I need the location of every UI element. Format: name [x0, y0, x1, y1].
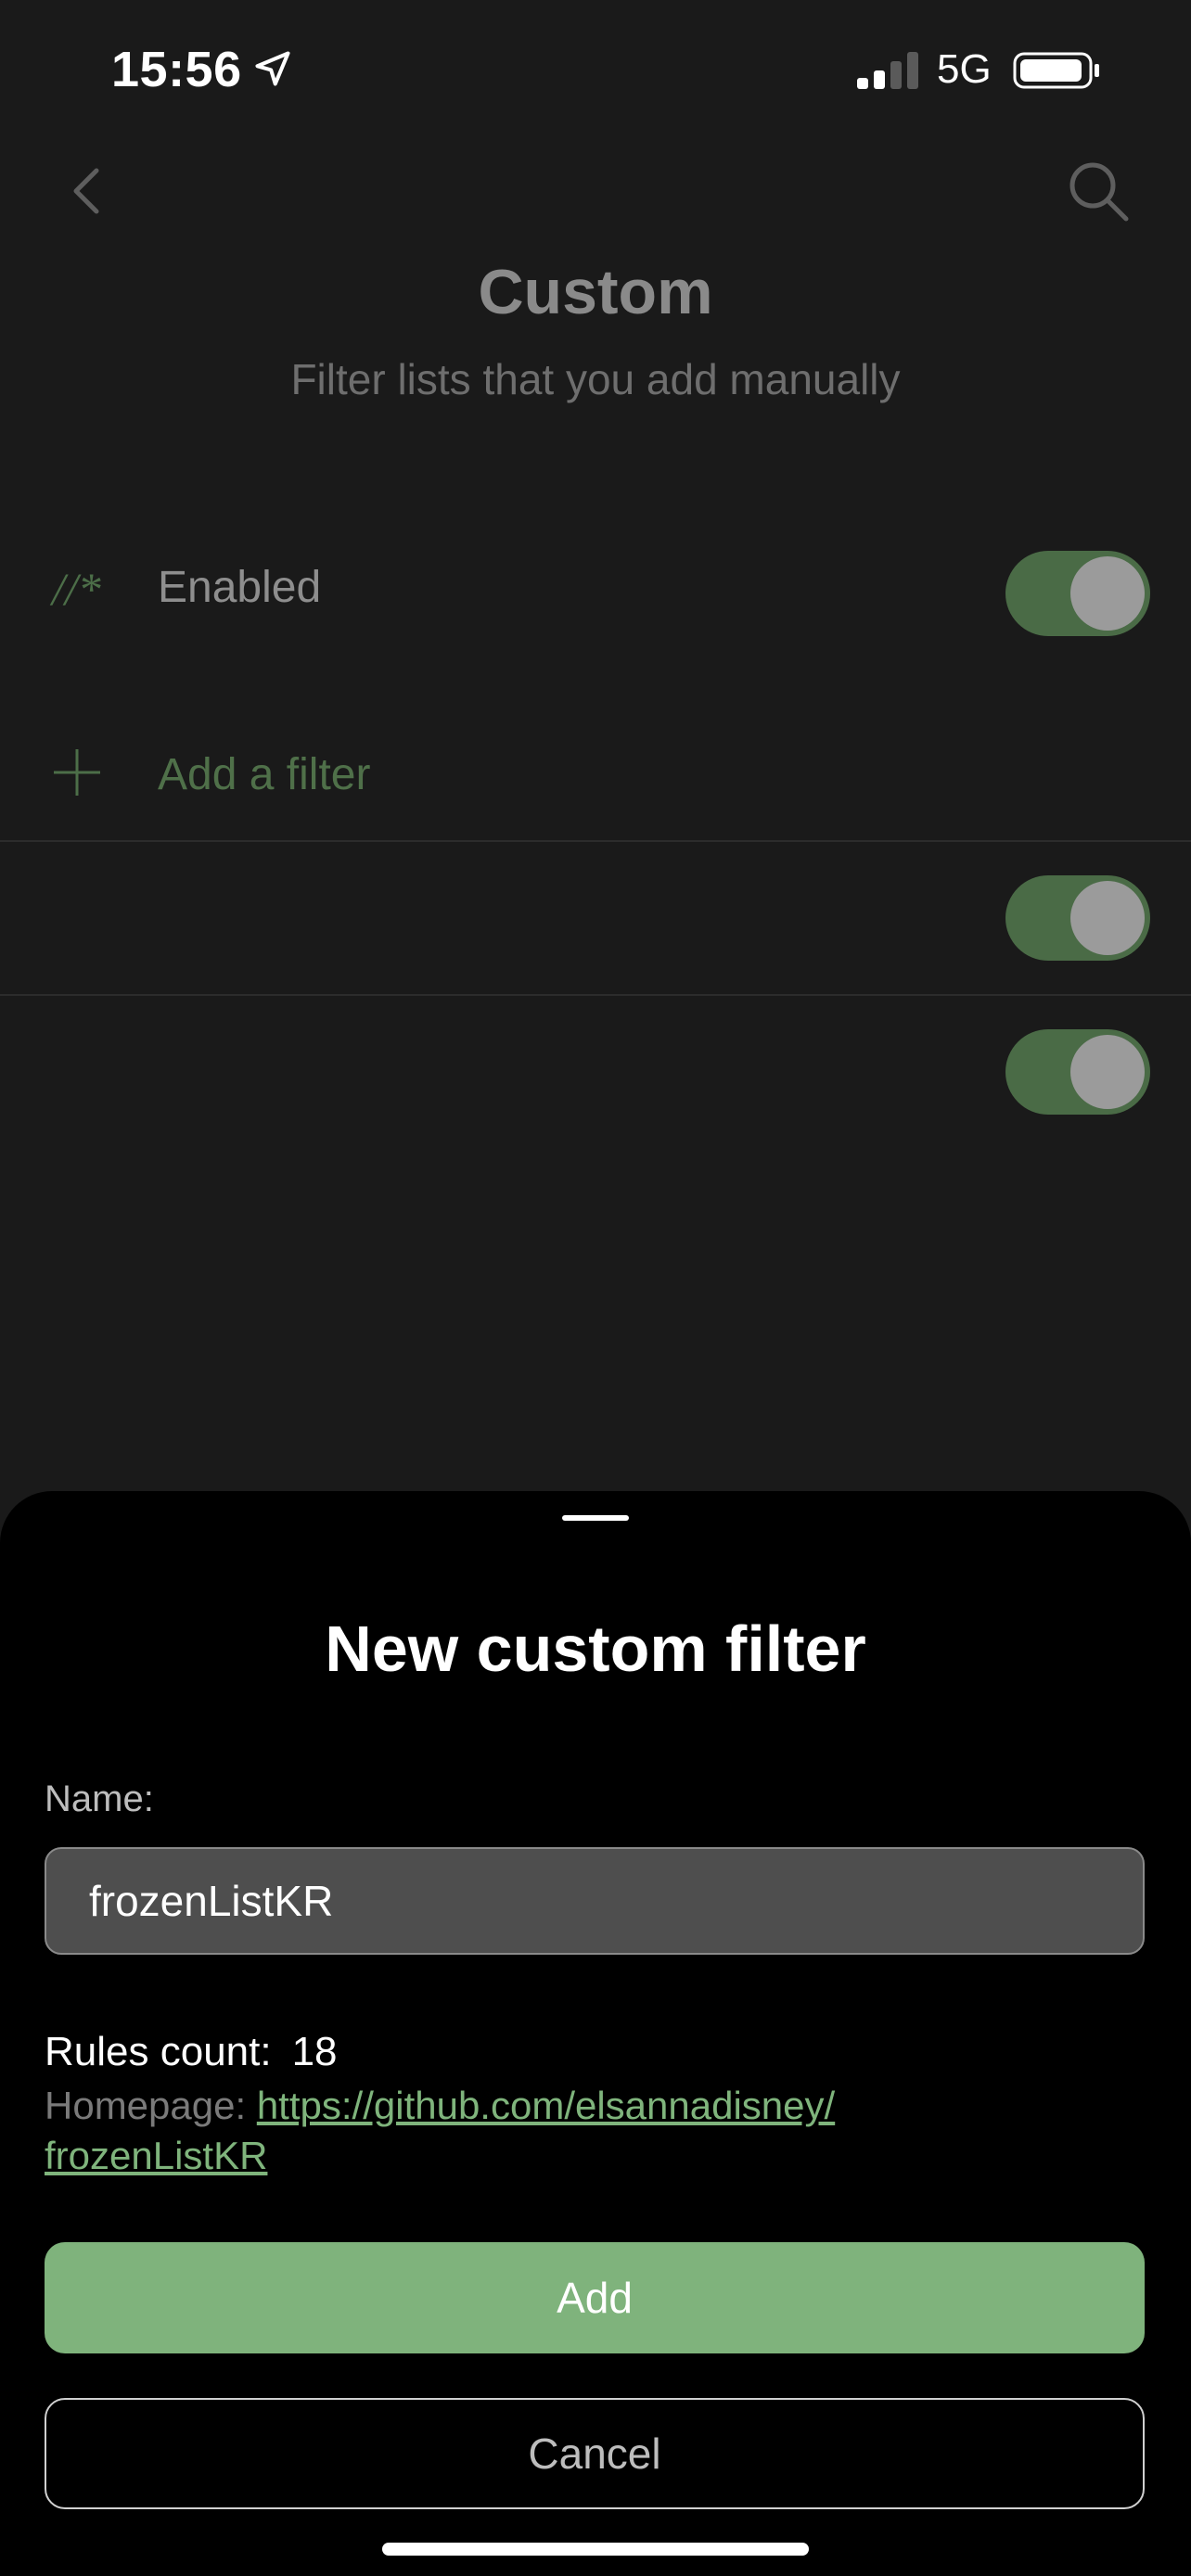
- home-indicator: [382, 2543, 809, 2556]
- divider: [0, 840, 1191, 842]
- add-filter-row[interactable]: Add a filter: [0, 705, 1191, 842]
- add-button[interactable]: Add: [45, 2242, 1145, 2353]
- sheet-grabber[interactable]: [562, 1515, 629, 1521]
- chevron-left-icon[interactable]: [61, 163, 113, 219]
- enabled-toggle[interactable]: [1005, 551, 1150, 636]
- add-filter-label: Add a filter: [158, 750, 371, 799]
- rules-count-label: Rules count:: [45, 2029, 272, 2074]
- toggle-knob: [1070, 1035, 1145, 1109]
- new-filter-sheet: New custom filter Name: frozenListKR Rul…: [0, 1491, 1191, 2576]
- name-label: Name:: [45, 1779, 154, 1819]
- filter-toggle[interactable]: [1005, 1029, 1150, 1115]
- toggle-knob: [1070, 556, 1145, 631]
- network-type-label: 5G: [937, 46, 992, 92]
- sheet-title: New custom filter: [325, 1613, 866, 1685]
- plus-icon: [54, 749, 100, 796]
- rules-count-value: 18: [291, 2029, 338, 2074]
- battery-icon: [1013, 52, 1099, 89]
- enabled-label: Enabled: [158, 563, 322, 612]
- search-icon[interactable]: [1065, 158, 1132, 224]
- filter-rule-icon: //*: [52, 563, 101, 615]
- filter-toggle[interactable]: [1005, 875, 1150, 961]
- homepage-label: Homepage:: [45, 2084, 247, 2127]
- filter-row[interactable]: [0, 844, 1191, 996]
- divider: [0, 994, 1191, 996]
- homepage: Homepage: https://github.com/elsannadisn…: [45, 2081, 1065, 2181]
- homepage-link-line-1[interactable]: https://github.com/elsannadisney/: [257, 2084, 835, 2127]
- cellular-signal-icon: [857, 52, 918, 89]
- status-bar: 15:56 5G: [0, 0, 1191, 139]
- page-subtitle: Filter lists that you add manually: [290, 355, 901, 403]
- page-title: Custom: [478, 257, 713, 327]
- enabled-row[interactable]: //* Enabled: [0, 519, 1191, 668]
- rules-count: Rules count: 18: [45, 2029, 338, 2075]
- homepage-link-line-2[interactable]: frozenListKR: [45, 2134, 267, 2177]
- cancel-button[interactable]: Cancel: [45, 2398, 1145, 2509]
- status-time: 15:56: [111, 42, 242, 97]
- toggle-knob: [1070, 881, 1145, 955]
- name-field[interactable]: frozenListKR: [45, 1847, 1145, 1955]
- filter-row[interactable]: [0, 998, 1191, 1146]
- screen: 15:56 5G Custom Filter lists that you ad…: [0, 0, 1191, 2576]
- location-arrow-icon: [255, 51, 290, 86]
